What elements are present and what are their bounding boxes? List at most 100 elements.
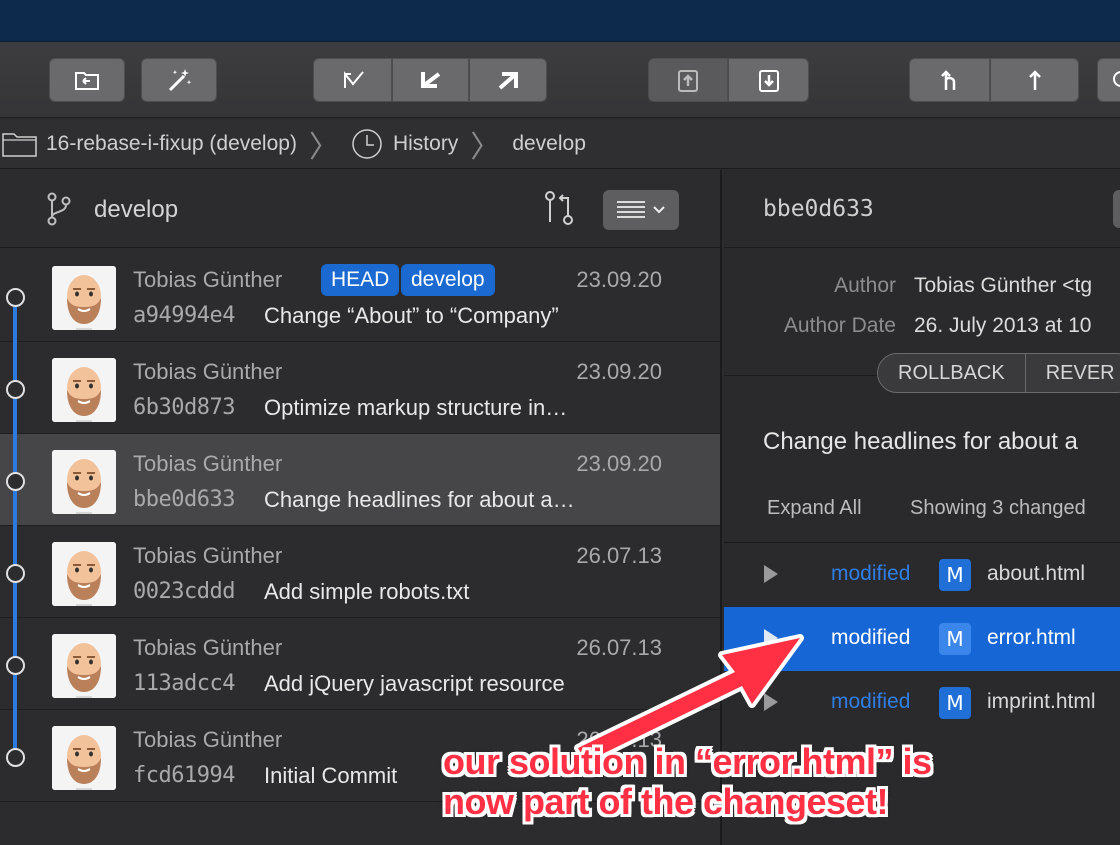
detail-hash: bbe0d633 <box>763 196 874 222</box>
wand-button[interactable] <box>141 58 217 102</box>
author-date-label: Author Date <box>783 314 896 337</box>
fetch-left-icon <box>420 72 440 88</box>
commit-message: Add jQuery javascript resource <box>264 671 565 696</box>
commit-node <box>6 656 25 675</box>
stash-button[interactable] <box>648 58 728 102</box>
commit-subject: Change headlines for about a <box>763 428 1078 455</box>
disclosure-triangle-icon[interactable] <box>764 629 778 647</box>
commit-date: 23.09.20 <box>576 359 662 384</box>
commit-author: Tobias Günther <box>133 359 283 384</box>
rollback-button[interactable]: ROLLBACK <box>878 354 1026 392</box>
breadcrumb-repo-label: 16-rebase-i-fixup (develop) <box>46 131 297 155</box>
commit-date: 26.07.13 <box>576 543 662 568</box>
commit-node <box>6 472 25 491</box>
breadcrumb-view-label: History <box>392 131 459 155</box>
commit-hash: bbe0d633 <box>133 487 235 512</box>
file-name: imprint.html <box>987 690 1096 713</box>
commit-hash: 6b30d873 <box>133 395 235 420</box>
current-branch-label: develop <box>94 196 179 223</box>
commit-date: 26.07.13 <box>576 635 662 660</box>
wand-icon <box>168 69 192 92</box>
search-icon <box>1113 71 1120 87</box>
file-name: about.html <box>987 562 1086 585</box>
author-value: Tobias Günther <tg <box>914 274 1093 297</box>
history-header: develop <box>0 170 720 248</box>
commit-hash: a94994e4 <box>133 303 235 328</box>
commit-hash: fcd61994 <box>133 763 235 788</box>
revert-button[interactable]: REVER <box>1026 354 1120 392</box>
search-button[interactable] <box>1097 58 1120 102</box>
commit-message: Add simple robots.txt <box>264 579 470 604</box>
commit-node <box>6 564 25 583</box>
breadcrumb: 16-rebase-i-fixup (develop) 〉 History 〉 … <box>0 119 1120 169</box>
fetch-right-icon <box>498 72 518 90</box>
undo-icon <box>343 71 364 88</box>
commit-date: 23.09.20 <box>576 451 662 476</box>
changed-file-row[interactable]: modified Mabout.html <box>724 543 1120 607</box>
disclosure-triangle-icon[interactable] <box>764 565 778 583</box>
toolbar <box>0 42 1120 118</box>
commit-node <box>6 748 25 767</box>
ref-badge: HEAD <box>321 264 400 296</box>
annotation-text: our solution in “error.html” is now part… <box>443 742 932 822</box>
chevron-down-icon <box>653 206 665 214</box>
breadcrumb-history[interactable]: History <box>351 128 458 160</box>
commit-date: 23.09.20 <box>576 267 662 292</box>
commit-author: Tobias Günther <box>133 543 283 568</box>
commit-row[interactable]: Tobias Günther 23.09.20 bbe0d633 Change hea… <box>0 434 720 526</box>
fetch-right-button[interactable] <box>469 58 547 102</box>
avatar <box>52 634 116 698</box>
breadcrumb-repo[interactable]: 16-rebase-i-fixup (develop) <box>0 131 297 157</box>
annotation-line-2: now part of the changeset! <box>443 781 889 822</box>
commit-message: Optimize markup structure in… <box>264 395 568 420</box>
commit-node <box>6 288 25 307</box>
expand-all-button[interactable]: Expand All <box>767 497 862 520</box>
avatar <box>52 542 116 606</box>
author-label: Author <box>834 274 896 297</box>
changed-file-row[interactable]: modified Merror.html <box>724 607 1120 671</box>
commit-row[interactable]: Tobias Günther 26.07.13 113adcc4 Add jQuery… <box>0 618 720 710</box>
commit-message: Initial Commit <box>264 763 398 788</box>
avatar <box>52 266 116 330</box>
branch-icon <box>47 192 71 226</box>
open-repo-icon <box>75 72 99 90</box>
stash-up-icon <box>678 70 698 92</box>
commit-author: Tobias Günther <box>133 267 283 292</box>
changed-files-count: Showing 3 changed <box>910 497 1086 519</box>
view-options-button[interactable] <box>603 190 679 230</box>
pop-stash-button[interactable] <box>728 58 809 102</box>
open-repo-button[interactable] <box>49 58 125 102</box>
ref-badge: develop <box>401 264 495 296</box>
commit-row[interactable]: Tobias Günther 23.09.20 6b30d873 Optimize m… <box>0 342 720 434</box>
undo-button[interactable] <box>313 58 392 102</box>
breadcrumb-branch[interactable]: develop <box>512 132 586 156</box>
commit-message: Change headlines for about a… <box>264 487 575 512</box>
detail-action-button[interactable] <box>1113 190 1120 228</box>
branch-button[interactable] <box>909 58 990 102</box>
clock-icon <box>352 128 382 159</box>
avatar <box>52 358 116 422</box>
push-button[interactable] <box>990 58 1079 102</box>
branch-icon <box>940 70 955 90</box>
modified-badge: M <box>939 687 971 719</box>
fetch-left-button[interactable] <box>392 58 469 102</box>
disclosure-triangle-icon[interactable] <box>764 693 778 711</box>
commit-node <box>6 380 25 399</box>
commit-author: Tobias Günther <box>133 727 283 752</box>
commit-author: Tobias Günther <box>133 635 283 660</box>
commit-graph-line <box>13 298 17 760</box>
modified-badge: M <box>939 559 971 591</box>
list-icon <box>617 201 645 218</box>
commit-row[interactable]: Tobias Günther 26.07.13 0023cddd Add simple… <box>0 526 720 618</box>
changed-file-row[interactable]: modified Mimprint.html <box>724 671 1120 735</box>
title-bar <box>0 0 1120 42</box>
stash-down-icon <box>758 70 779 92</box>
avatar <box>52 450 116 514</box>
file-status: modified <box>831 626 911 649</box>
commit-row[interactable]: Tobias Günther HEAD develop 23.09.20 a94994e… <box>0 250 720 342</box>
file-status: modified <box>831 562 911 585</box>
commit-author: Tobias Günther <box>133 451 283 476</box>
detail-header: bbe0d633 <box>724 170 1120 248</box>
compare-icon[interactable] <box>543 190 575 226</box>
commit-hash: 113adcc4 <box>133 671 235 696</box>
